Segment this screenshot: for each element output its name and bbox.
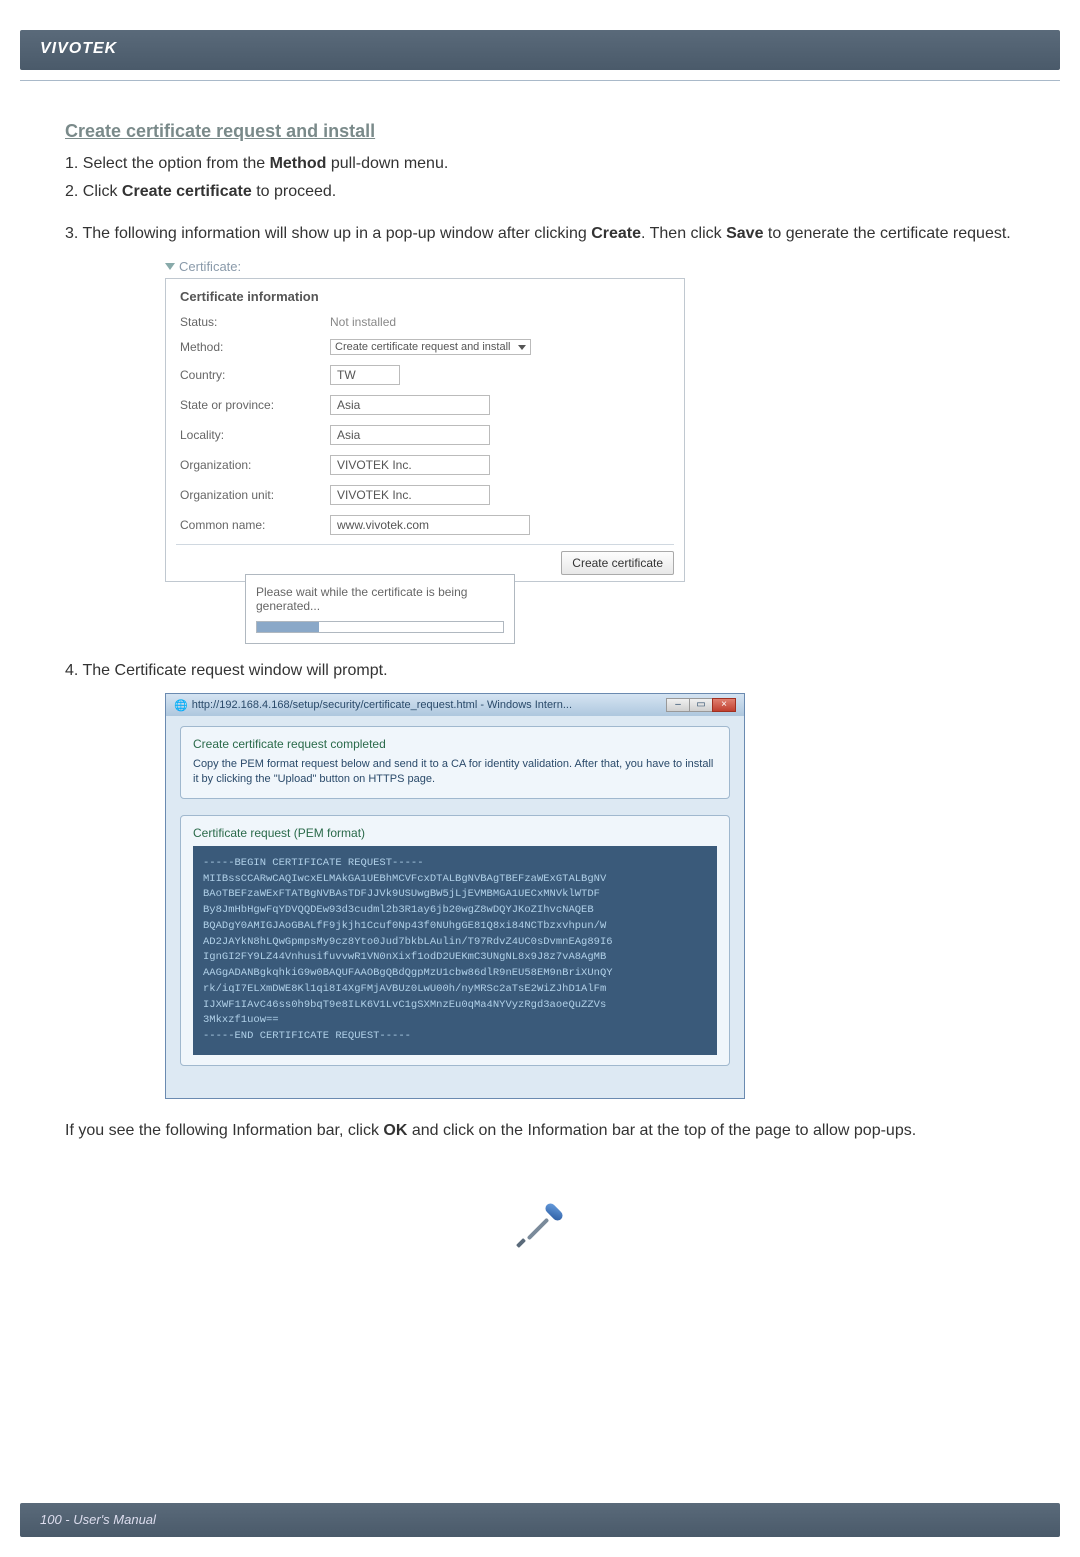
minimize-button[interactable]: –: [666, 698, 690, 712]
certificate-panel-wrap: Certificate: Certificate information Sta…: [165, 259, 1015, 644]
brand-title: VIVOTEK: [40, 40, 117, 57]
row-cn: Common name: www.vivotek.com: [166, 510, 684, 540]
step1-method: Method: [270, 155, 327, 172]
maximize-button[interactable]: ▭: [689, 698, 713, 712]
info-paragraph: If you see the following Information bar…: [65, 1119, 1015, 1143]
pem-textarea[interactable]: -----BEGIN CERTIFICATE REQUEST-----MIIBs…: [193, 846, 717, 1055]
label-cn: Common name:: [180, 518, 330, 532]
step-2: 2. Click Create certificate to proceed.: [65, 180, 1015, 204]
row-country: Country: TW: [166, 360, 684, 390]
value-status: Not installed: [330, 315, 396, 329]
step1-text-a: 1. Select the option from the: [65, 155, 270, 172]
step2-text-a: 2. Click: [65, 183, 122, 200]
orgunit-input[interactable]: VIVOTEK Inc.: [330, 485, 490, 505]
label-orgunit: Organization unit:: [180, 488, 330, 502]
label-state: State or province:: [180, 398, 330, 412]
instruction-text: Copy the PEM format request below and se…: [193, 757, 717, 788]
progress-popup: Please wait while the certificate is bei…: [245, 574, 515, 644]
step3-save: Save: [726, 225, 763, 242]
window-buttons: –▭×: [667, 698, 736, 712]
ie-titlebar: 🌐 http://192.168.4.168/setup/security/ce…: [166, 694, 744, 716]
row-orgunit: Organization unit: VIVOTEK Inc.: [166, 480, 684, 510]
info-text-c: and click on the Information bar at the …: [407, 1122, 916, 1139]
step-4: 4. The Certificate request window will p…: [65, 659, 1015, 683]
step-3: 3. The following information will show u…: [65, 222, 1015, 246]
step2-create: Create certificate: [122, 183, 252, 200]
pem-group: Certificate request (PEM format) -----BE…: [180, 815, 730, 1066]
cert-section-label: Certificate:: [165, 259, 1015, 274]
step2-text-c: to proceed.: [252, 183, 337, 200]
progress-fill: [257, 622, 319, 632]
method-select-value: Create certificate request and install: [335, 341, 510, 353]
locality-input[interactable]: Asia: [330, 425, 490, 445]
page-header: VIVOTEK: [20, 30, 1060, 70]
step3-text-e: to generate the certificate request.: [763, 225, 1010, 242]
step3-create: Create: [591, 225, 641, 242]
ie-title-text: http://192.168.4.168/setup/security/cert…: [192, 699, 667, 711]
ie-window: 🌐 http://192.168.4.168/setup/security/ce…: [165, 693, 745, 1099]
progress-bar: [256, 621, 504, 633]
step1-text-c: pull-down menu.: [326, 155, 448, 172]
panel-separator: [176, 544, 674, 545]
country-input[interactable]: TW: [330, 365, 400, 385]
screwdriver-icon: [510, 1203, 570, 1253]
footer-text: 100 - User's Manual: [40, 1512, 156, 1527]
cert-label-text: Certificate:: [179, 259, 241, 274]
org-input[interactable]: VIVOTEK Inc.: [330, 455, 490, 475]
step3-text-a: 3. The following information will show u…: [65, 225, 591, 242]
label-locality: Locality:: [180, 428, 330, 442]
cn-input[interactable]: www.vivotek.com: [330, 515, 530, 535]
pem-legend: Certificate request (PEM format): [193, 826, 717, 840]
create-certificate-button[interactable]: Create certificate: [561, 551, 674, 575]
main-content: Create certificate request and install 1…: [0, 121, 1080, 1258]
chevron-down-icon: [518, 345, 526, 350]
row-method: Method: Create certificate request and i…: [166, 334, 684, 360]
header-separator: [20, 80, 1060, 81]
info-text-a: If you see the following Information bar…: [65, 1122, 383, 1139]
method-select[interactable]: Create certificate request and install: [330, 339, 531, 355]
label-status: Status:: [180, 315, 330, 329]
certificate-panel: Certificate information Status: Not inst…: [165, 278, 685, 582]
label-org: Organization:: [180, 458, 330, 472]
row-org: Organization: VIVOTEK Inc.: [166, 450, 684, 480]
cert-panel-title: Certificate information: [166, 279, 684, 310]
section-title: Create certificate request and install: [65, 121, 1015, 142]
completed-group: Create certificate request completed Cop…: [180, 726, 730, 799]
step-1: 1. Select the option from the Method pul…: [65, 152, 1015, 176]
label-method: Method:: [180, 340, 330, 354]
completed-legend: Create certificate request completed: [193, 737, 717, 751]
tool-illustration: [65, 1203, 1015, 1258]
chevron-down-icon: [165, 263, 175, 270]
ie-body: Create certificate request completed Cop…: [166, 716, 744, 1098]
page-footer: 100 - User's Manual: [20, 1503, 1060, 1537]
label-country: Country:: [180, 368, 330, 382]
progress-text: Please wait while the certificate is bei…: [256, 585, 504, 613]
row-state: State or province: Asia: [166, 390, 684, 420]
row-locality: Locality: Asia: [166, 420, 684, 450]
row-status: Status: Not installed: [166, 310, 684, 334]
close-button[interactable]: ×: [712, 698, 736, 712]
info-ok: OK: [383, 1122, 407, 1139]
state-input[interactable]: Asia: [330, 395, 490, 415]
step3-text-c: . Then click: [641, 225, 726, 242]
ie-globe-icon: 🌐: [174, 699, 188, 712]
